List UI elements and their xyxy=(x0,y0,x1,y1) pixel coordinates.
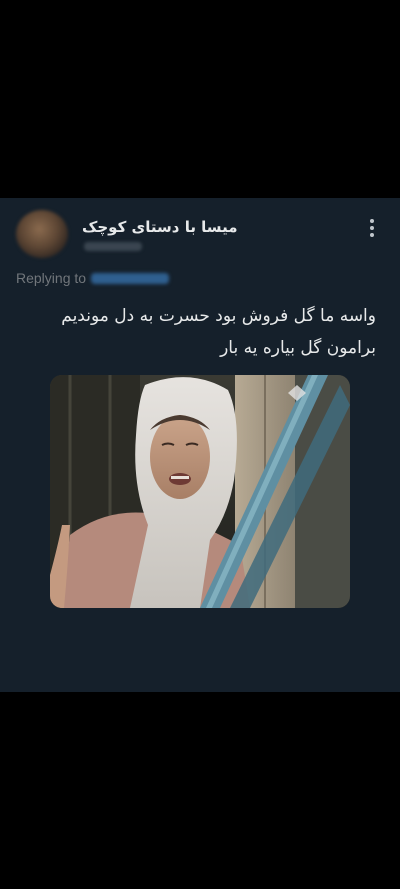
username-handle-blurred[interactable] xyxy=(84,242,142,251)
replying-to-handle-blurred[interactable] xyxy=(91,272,170,284)
tweet-text: واسه ما گل فروش بود حسرت به دل موندیم بر… xyxy=(16,300,376,364)
more-dot xyxy=(370,233,374,237)
tweet-card[interactable]: میسا با دستای کوچک Replying to واسه ما گ… xyxy=(0,198,400,692)
tweet-text-line-2: برامون گل بیاره یه بار xyxy=(220,338,376,358)
display-name[interactable]: میسا با دستای کوچک xyxy=(82,218,238,236)
tweet-media-image[interactable] xyxy=(50,375,350,608)
avatar[interactable] xyxy=(16,210,68,258)
screenshot-root: میسا با دستای کوچک Replying to واسه ما گ… xyxy=(0,0,400,889)
photo-media-illustration xyxy=(50,375,350,608)
face xyxy=(150,415,210,499)
replying-to: Replying to xyxy=(16,269,170,287)
more-dot xyxy=(370,219,374,223)
tweet-text-line-1: واسه ما گل فروش بود حسرت به دل موندیم xyxy=(61,306,376,326)
more-options-icon[interactable] xyxy=(362,218,382,238)
more-dot xyxy=(370,226,374,230)
replying-to-label: Replying to xyxy=(16,270,87,286)
